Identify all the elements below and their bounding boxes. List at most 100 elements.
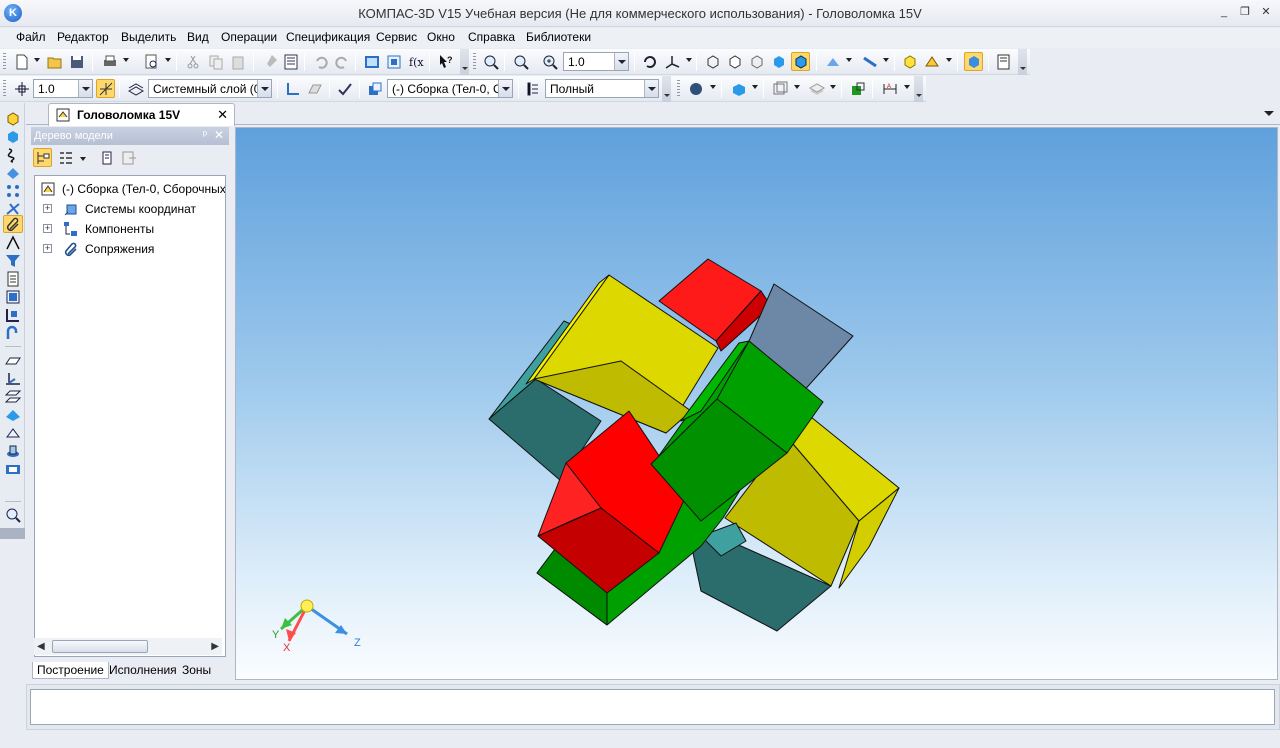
- scroll-right-icon[interactable]: ▶: [211, 641, 219, 652]
- minimize-button[interactable]: _: [1216, 5, 1232, 21]
- tab-versions[interactable]: Исполнения: [105, 662, 181, 678]
- scrollbar-thumb[interactable]: [52, 640, 148, 653]
- material-button[interactable]: [686, 79, 705, 98]
- zoom-window-button[interactable]: [481, 52, 500, 71]
- toolbar-grip[interactable]: [473, 53, 476, 70]
- menu-window[interactable]: Окно: [427, 30, 455, 44]
- perspective-dropdown-arrow[interactable]: [883, 58, 889, 62]
- edit-assembly-icon[interactable]: [5, 111, 21, 127]
- toolbar-grip[interactable]: [3, 80, 6, 97]
- plane-button[interactable]: [305, 79, 324, 98]
- context-help-button[interactable]: ?: [436, 52, 455, 71]
- restore-button[interactable]: ❐: [1237, 5, 1253, 21]
- close-button[interactable]: ✕: [1258, 5, 1274, 21]
- step-combo[interactable]: 1.0: [33, 79, 93, 98]
- toolbar-grip[interactable]: [677, 80, 680, 97]
- show-all-button[interactable]: [900, 52, 919, 71]
- chevron-down-icon[interactable]: [498, 80, 512, 97]
- print-button[interactable]: [100, 52, 119, 71]
- print-dropdown-arrow[interactable]: [123, 58, 129, 62]
- tree-export-button[interactable]: [119, 148, 138, 167]
- zoom-in-button[interactable]: [540, 52, 559, 71]
- curves-icon[interactable]: [5, 147, 21, 163]
- manager-button[interactable]: [362, 52, 381, 71]
- variables-button[interactable]: f(x): [406, 52, 425, 71]
- tree-item-coordinate-systems[interactable]: + Системы координат: [35, 201, 225, 219]
- chevron-down-icon[interactable]: [257, 80, 271, 97]
- chevron-down-icon[interactable]: [644, 80, 658, 97]
- plane-tool-icon[interactable]: [5, 353, 21, 369]
- check-button[interactable]: [335, 79, 354, 98]
- section-button[interactable]: [823, 52, 842, 71]
- new-document-button[interactable]: [12, 52, 31, 71]
- menu-operations[interactable]: Операции: [221, 30, 277, 44]
- display-mode-combo[interactable]: Полный: [545, 79, 659, 98]
- tab-build[interactable]: Построение: [32, 662, 109, 679]
- pin-icon[interactable]: ᵖ: [203, 129, 207, 141]
- fillet-tool-icon[interactable]: [5, 425, 21, 441]
- component-dropdown-arrow[interactable]: [946, 58, 952, 62]
- section-dropdown-arrow[interactable]: [846, 58, 852, 62]
- component-display-button[interactable]: [922, 52, 941, 71]
- library-manager-button[interactable]: [384, 52, 403, 71]
- tree-item-components[interactable]: + Компоненты: [35, 221, 225, 239]
- close-panel-icon[interactable]: ✕: [214, 128, 224, 142]
- edit-component-button[interactable]: [365, 79, 384, 98]
- menu-editor[interactable]: Редактор: [57, 30, 109, 44]
- interference-button[interactable]: [848, 79, 867, 98]
- arrays-icon[interactable]: [5, 183, 21, 199]
- puzzle-model[interactable]: X Y Z: [236, 128, 1278, 680]
- menu-libraries[interactable]: Библиотеки: [526, 30, 591, 44]
- chevron-down-icon[interactable]: [78, 80, 92, 97]
- mcs-dropdown-arrow[interactable]: [794, 85, 800, 89]
- menu-select[interactable]: Выделить: [121, 30, 176, 44]
- tree-structure-button[interactable]: [33, 148, 52, 167]
- search-tool-icon[interactable]: [5, 507, 21, 523]
- configuration-button[interactable]: [523, 79, 542, 98]
- zoom-previous-button[interactable]: [511, 52, 530, 71]
- shell-tool-icon[interactable]: [5, 407, 21, 423]
- shaded-button[interactable]: [769, 52, 788, 71]
- offset-plane-icon[interactable]: [5, 389, 21, 405]
- cut-button[interactable]: [183, 52, 202, 71]
- extrude-tool-icon[interactable]: [5, 371, 21, 387]
- document-tab[interactable]: Головоломка 15V ✕: [48, 103, 235, 126]
- snap-toggle-button[interactable]: [96, 79, 115, 98]
- mates-panel-button[interactable]: [3, 215, 23, 233]
- properties-button[interactable]: [281, 52, 300, 71]
- hidden-lines-button[interactable]: [725, 52, 744, 71]
- dimensions-dropdown-arrow[interactable]: [904, 85, 910, 89]
- menu-view[interactable]: Вид: [187, 30, 209, 44]
- color-dropdown-arrow[interactable]: [752, 85, 758, 89]
- orientation-dropdown-arrow[interactable]: [686, 58, 692, 62]
- tree-view-mode-button[interactable]: [56, 148, 75, 167]
- copy-button[interactable]: [206, 52, 225, 71]
- report-button[interactable]: [994, 52, 1013, 71]
- tree-horizontal-scrollbar[interactable]: ◀ ▶: [34, 638, 222, 655]
- menu-service[interactable]: Сервис: [376, 30, 417, 44]
- tree-item-mates[interactable]: + Сопряжения: [35, 241, 225, 259]
- expand-icon[interactable]: +: [43, 244, 52, 253]
- surfaces-icon[interactable]: [5, 165, 21, 181]
- toolbar-options[interactable]: [460, 49, 469, 75]
- assembly-combo[interactable]: (-) Сборка (Тел-0, С: [387, 79, 513, 98]
- shaded-edges-button[interactable]: [791, 52, 810, 71]
- save-button[interactable]: [67, 52, 86, 71]
- tab-zones[interactable]: Зоны: [178, 662, 215, 678]
- panel-expand-bar[interactable]: [0, 528, 25, 539]
- zoom-combo[interactable]: 1.0: [563, 52, 629, 71]
- sheet-metal-icon[interactable]: [5, 325, 21, 341]
- toolbar-options[interactable]: [1018, 49, 1027, 75]
- tree-filter-button[interactable]: [97, 148, 116, 167]
- format-painter-button[interactable]: [260, 52, 279, 71]
- expand-icon[interactable]: +: [43, 224, 52, 233]
- open-button[interactable]: [45, 52, 64, 71]
- thin-lines-button[interactable]: [747, 52, 766, 71]
- mcs-button[interactable]: [770, 79, 789, 98]
- toolbar-grip[interactable]: [3, 53, 6, 70]
- wireframe-button[interactable]: [703, 52, 722, 71]
- toolbar-options[interactable]: [914, 76, 923, 102]
- perspective-button[interactable]: [860, 52, 879, 71]
- hole-tool-icon[interactable]: [5, 461, 21, 477]
- paste-button[interactable]: [228, 52, 247, 71]
